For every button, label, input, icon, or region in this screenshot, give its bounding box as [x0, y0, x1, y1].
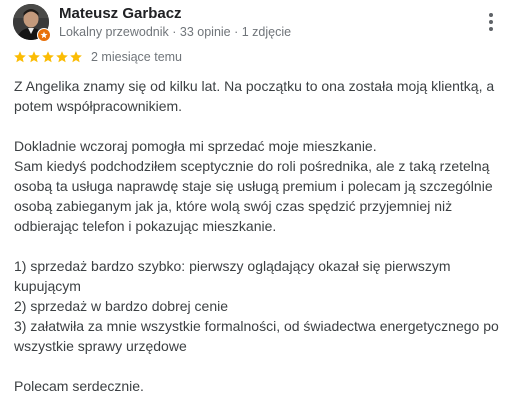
rating-row: 2 miesiące temu [13, 49, 182, 65]
star-icon [70, 51, 82, 63]
reviewer-info: Mateusz Garbacz Lokalny przewodnik · 33 … [59, 5, 291, 40]
local-guide-star-icon [40, 31, 48, 39]
review-paragraph: Dokladnie wczoraj pomogła mi sprzedać mo… [14, 138, 493, 234]
review-card: Mateusz Garbacz Lokalny przewodnik · 33 … [0, 0, 515, 401]
review-header: Mateusz Garbacz Lokalny przewodnik · 33 … [13, 4, 503, 42]
star-icon [56, 51, 68, 63]
review-paragraph: Z Angelika znamy się od kilku lat. Na po… [14, 78, 495, 114]
reviewer-meta: Lokalny przewodnik · 33 opinie · 1 zdjęc… [59, 25, 292, 39]
reviewer-avatar-link[interactable] [13, 4, 51, 42]
star-icon [14, 51, 26, 63]
review-date: 2 miesiące temu [91, 50, 183, 64]
star-rating [13, 50, 83, 64]
reviewer-name[interactable]: Mateusz Garbacz [59, 5, 291, 23]
more-vert-icon [489, 13, 493, 31]
more-options-button[interactable] [479, 8, 503, 36]
review-paragraph: 1) sprzedaż bardzo szybko: pierwszy oglą… [14, 258, 499, 354]
star-icon [28, 51, 40, 63]
local-guide-badge [37, 28, 51, 42]
review-text: Z Angelika znamy się od kilku lat. Na po… [14, 76, 504, 396]
review-paragraph: Polecam serdecznie. [14, 378, 144, 394]
star-icon [42, 51, 54, 63]
